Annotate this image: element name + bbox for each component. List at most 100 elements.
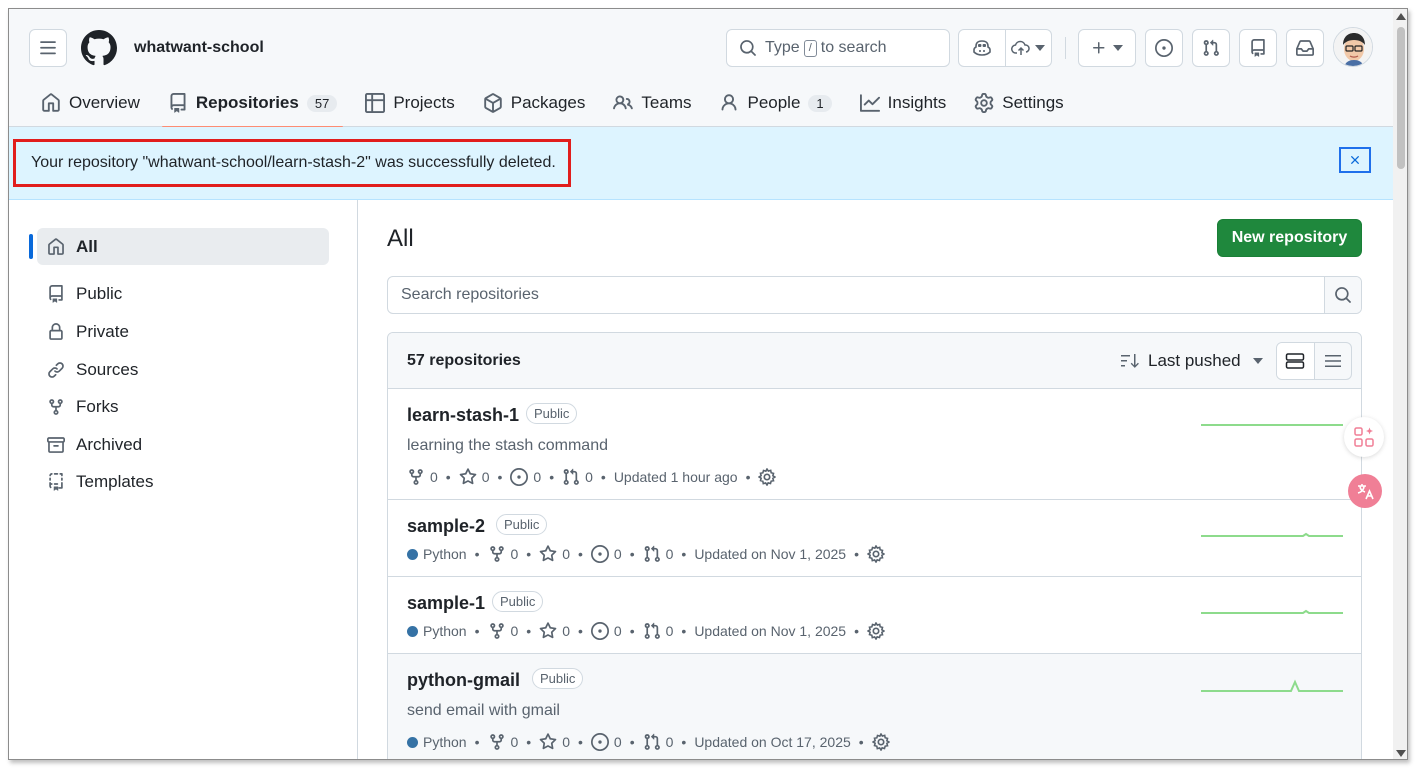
sidebar-item-sources[interactable]: Sources: [37, 351, 329, 388]
list-view-button[interactable]: [1315, 343, 1352, 379]
separator: •: [745, 469, 751, 485]
repo-name-link[interactable]: learn-stash-1: [407, 405, 519, 426]
prs-count[interactable]: 0: [643, 622, 673, 640]
hamburger-menu-button[interactable]: [29, 29, 67, 67]
sort-dropdown[interactable]: Last pushed: [1120, 351, 1263, 371]
repositories-button[interactable]: [1239, 29, 1277, 67]
inbox-button[interactable]: [1286, 29, 1324, 67]
stars-count[interactable]: 0: [539, 622, 570, 640]
issue-opened-icon: [590, 622, 609, 640]
issues-count[interactable]: 0: [590, 622, 622, 640]
tab-overview[interactable]: Overview: [27, 79, 154, 127]
language-color-dot: [407, 548, 418, 560]
fork-icon: [488, 622, 506, 640]
star-icon: [539, 545, 557, 563]
language-color-dot: [407, 625, 418, 637]
tab-teams[interactable]: Teams: [599, 79, 705, 127]
tab-packages[interactable]: Packages: [469, 79, 600, 127]
tab-insights[interactable]: Insights: [846, 79, 961, 127]
forks-count[interactable]: 0: [488, 733, 518, 751]
issues-button[interactable]: [1145, 29, 1183, 67]
updated-time: Updated on Oct 17, 2025: [694, 734, 851, 750]
repo-meta: Python • 0 • 0 • 0 • 0 • Updated on Nov …: [407, 545, 885, 563]
view-toggle-group: [1276, 342, 1352, 380]
github-logo-icon[interactable]: [81, 30, 117, 66]
issues-count[interactable]: 0: [510, 468, 541, 486]
page-scrollbar[interactable]: [1393, 9, 1407, 759]
prs-count[interactable]: 0: [643, 733, 673, 751]
language-label: Python: [423, 546, 467, 562]
repo-search-input[interactable]: Search repositories: [388, 277, 1324, 313]
repositories-counter: 57: [306, 94, 338, 112]
activity-sparkline: [1201, 424, 1343, 426]
sidebar-item-archived[interactable]: Archived: [37, 426, 329, 463]
tab-repositories[interactable]: Repositories 57: [154, 79, 351, 128]
repo-meta: Python • 0 • 0 • 0 • 0 • Updated on Oct …: [407, 733, 890, 751]
tab-settings[interactable]: Settings: [960, 79, 1077, 127]
forks-count[interactable]: 0: [407, 468, 438, 486]
prs-count[interactable]: 0: [643, 545, 673, 563]
forks-count[interactable]: 0: [488, 545, 519, 563]
copilot-button-group: [958, 29, 1052, 67]
star-icon: [539, 622, 557, 640]
global-search-button[interactable]: Type / to search: [726, 29, 950, 67]
sidebar-item-private[interactable]: Private: [37, 313, 329, 350]
issues-count[interactable]: 0: [590, 545, 622, 563]
sidebar-item-templates[interactable]: Templates: [37, 463, 329, 500]
scroll-down-icon[interactable]: [1396, 750, 1406, 757]
repo-meta: 0 • 0 • 0 • 0 • Updated 1 hour ago •: [407, 468, 777, 486]
card-view-button[interactable]: [1277, 343, 1315, 379]
gear-icon[interactable]: [758, 468, 777, 486]
home-icon: [47, 237, 65, 256]
repo-name-link[interactable]: sample-2: [407, 516, 485, 537]
issue-opened-icon: [590, 733, 609, 751]
chevron-down-icon: [1035, 45, 1046, 51]
tab-people[interactable]: People 1: [705, 79, 845, 127]
issues-value: 0: [533, 469, 542, 485]
issues-value: 0: [613, 546, 622, 562]
create-new-button[interactable]: [1078, 29, 1136, 67]
search-icon: [1334, 286, 1352, 304]
separator: •: [578, 546, 583, 562]
scroll-thumb[interactable]: [1397, 27, 1405, 169]
copilot-button[interactable]: [959, 30, 1005, 66]
sidebar-item-all[interactable]: All: [29, 228, 329, 265]
fork-icon: [407, 468, 425, 486]
new-repository-button[interactable]: New repository: [1217, 219, 1362, 257]
prs-count[interactable]: 0: [562, 468, 593, 486]
forks-count[interactable]: 0: [488, 622, 518, 640]
stars-count[interactable]: 0: [459, 468, 490, 486]
gear-icon[interactable]: [871, 733, 890, 751]
header-divider: [1065, 37, 1066, 59]
apps-sparkle-button[interactable]: [1344, 417, 1384, 457]
search-icon: [739, 39, 757, 57]
updated-time: Updated 1 hour ago: [613, 469, 738, 485]
repo-name-link[interactable]: python-gmail: [407, 670, 520, 691]
org-name-link[interactable]: whatwant-school: [134, 39, 264, 57]
repo-name-link[interactable]: sample-1: [407, 593, 485, 614]
gear-icon[interactable]: [867, 622, 885, 640]
tab-label: People: [747, 93, 801, 112]
copilot-menu-button[interactable]: [1004, 30, 1052, 66]
sidebar-item-public[interactable]: Public: [37, 275, 329, 312]
sidebar-item-forks[interactable]: Forks: [37, 388, 329, 425]
browser-window: whatwant-school Type / to search Overvie…: [8, 8, 1408, 760]
issues-count[interactable]: 0: [590, 733, 622, 751]
translate-button[interactable]: [1348, 474, 1382, 508]
stars-count[interactable]: 0: [539, 545, 570, 563]
pull-requests-button[interactable]: [1192, 29, 1230, 67]
language: Python: [407, 623, 467, 639]
stars-count[interactable]: 0: [539, 733, 570, 751]
scroll-up-icon[interactable]: [1396, 13, 1406, 20]
list-item: python-gmail Public send email with gmai…: [388, 654, 1361, 759]
user-avatar[interactable]: [1333, 27, 1373, 67]
tab-label: Repositories: [195, 93, 299, 112]
global-header: whatwant-school Type / to search Overvie…: [9, 9, 1393, 128]
repo-search-button[interactable]: [1324, 277, 1361, 313]
language-color-dot: [407, 736, 418, 748]
repo-icon: [47, 284, 65, 303]
flash-close-button[interactable]: [1339, 147, 1371, 173]
forks-value: 0: [510, 546, 519, 562]
gear-icon[interactable]: [867, 545, 885, 563]
tab-projects[interactable]: Projects: [351, 79, 468, 127]
